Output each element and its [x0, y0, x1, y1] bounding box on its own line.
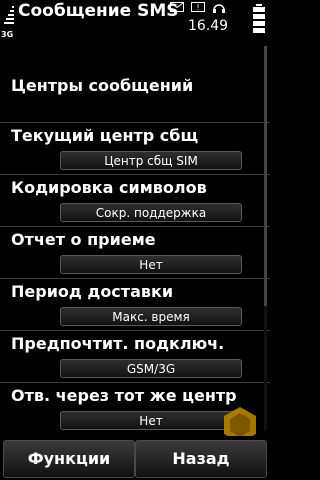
battery-icon [253, 4, 265, 33]
section-title-message-centers[interactable]: Центры сообщений [11, 76, 193, 95]
envelope-icon [170, 2, 184, 12]
scrollbar-thumb[interactable] [264, 46, 267, 306]
divider [0, 174, 270, 175]
setting-value-reply-via-same-center[interactable]: Нет [60, 411, 242, 430]
setting-value-current-center[interactable]: Центр сбщ SIM [60, 151, 242, 170]
divider [0, 226, 270, 227]
alert-icon: ! [191, 2, 205, 12]
softkey-bar: Функции Назад [0, 436, 270, 480]
setting-value-delivery-report[interactable]: Нет [60, 255, 242, 274]
softkey-functions-button[interactable]: Функции [3, 440, 135, 478]
softkey-back-button[interactable]: Назад [135, 440, 267, 478]
setting-label[interactable]: Текущий центр сбщ [11, 126, 198, 145]
app-title: Сообщение SMS [18, 1, 179, 21]
divider [0, 330, 270, 331]
svg-text:!: ! [196, 3, 199, 12]
setting-value-preferred-connection[interactable]: GSM/3G [60, 359, 242, 378]
setting-label[interactable]: Отв. через тот же центр [11, 386, 237, 405]
divider [0, 122, 270, 123]
headset-icon [213, 4, 225, 13]
setting-value-char-encoding[interactable]: Сокр. поддержка [60, 203, 242, 222]
divider [0, 278, 270, 279]
divider [0, 382, 270, 383]
setting-label[interactable]: Отчет о приеме [11, 230, 156, 249]
setting-label[interactable]: Период доставки [11, 282, 173, 301]
network-indicator: 3G [1, 30, 14, 39]
clock: 16.49 [188, 18, 229, 34]
setting-label[interactable]: Кодировка символов [11, 178, 207, 197]
setting-label[interactable]: Предпочтит. подключ. [11, 334, 224, 353]
signal-bars-icon [4, 6, 14, 24]
setting-value-validity-period[interactable]: Макс. время [60, 307, 242, 326]
status-bar: 3G Сообщение SMS ! 16.49 [0, 0, 270, 42]
settings-list: Центры сообщений Текущий центр сбщ Центр… [0, 42, 270, 436]
